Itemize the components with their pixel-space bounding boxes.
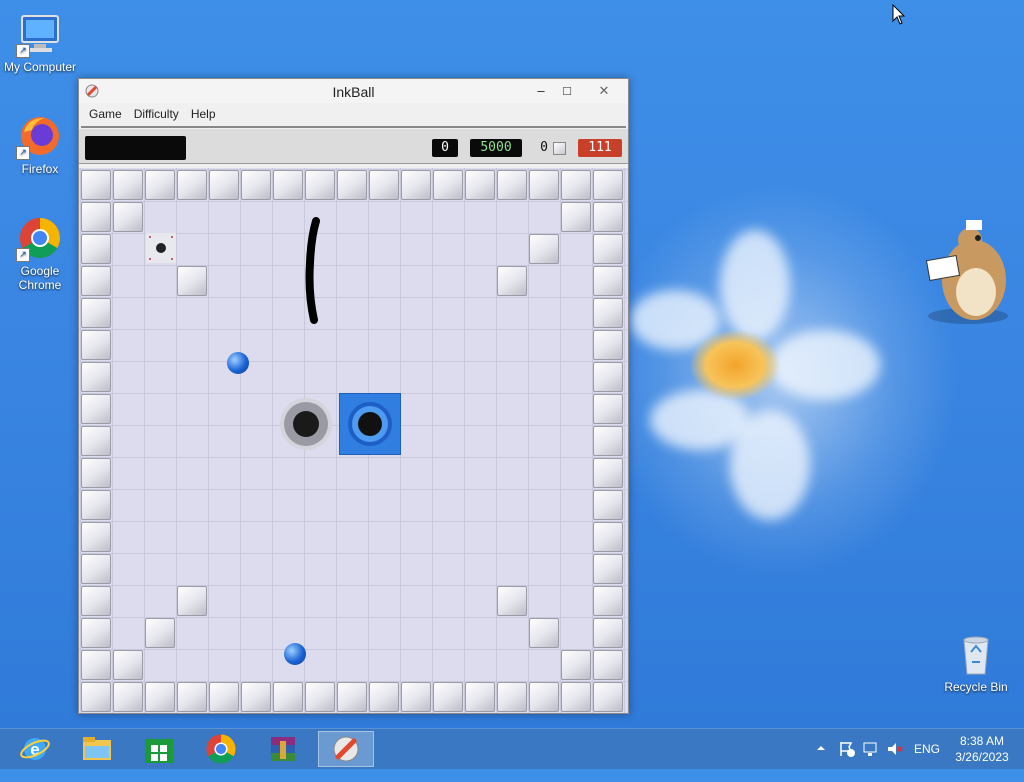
wallpaper-petal — [720, 230, 790, 340]
gray-hole — [275, 393, 337, 455]
score-display: 0 — [432, 139, 458, 157]
minimize-button[interactable]: – — [531, 81, 551, 101]
language-indicator[interactable]: ENG — [914, 742, 940, 782]
desktop-icon-label: Google Chrome — [18, 264, 62, 292]
desktop-icon-my-computer[interactable]: ↗ My Computer — [0, 12, 80, 74]
taskbar-file-explorer[interactable] — [72, 731, 122, 767]
my-computer-icon: ↗ — [16, 12, 62, 58]
maximize-button[interactable]: □ — [557, 81, 577, 101]
chrome-icon: ↗ — [16, 216, 62, 262]
wallpaper-petal — [730, 410, 810, 520]
score-bar: 0 5000 0 111 — [79, 129, 628, 164]
timer-display: 111 — [578, 139, 622, 157]
inkball-icon — [333, 736, 359, 762]
game-board[interactable] — [79, 168, 628, 713]
close-button[interactable]: ✕ — [584, 81, 624, 101]
desktop-icon-label: My Computer — [3, 60, 77, 74]
desktop-icon-google-chrome[interactable]: ↗ Google Chrome — [0, 216, 80, 292]
wallpaper-flower-center — [690, 330, 780, 400]
balls-left-count: 0 — [540, 140, 548, 155]
taskbar-internet-explorer[interactable]: e — [10, 731, 60, 767]
taskbar-winrar[interactable] — [258, 731, 308, 767]
recycle-bin-icon — [954, 632, 998, 676]
hamster-desktop-pet[interactable] — [918, 218, 1014, 326]
small-hole — [146, 233, 176, 263]
blue-hole — [339, 393, 401, 455]
action-center-flag-icon[interactable] — [838, 740, 856, 780]
store-icon — [145, 739, 173, 763]
file-explorer-icon — [83, 737, 111, 760]
desktop-icon-label: Firefox — [21, 162, 59, 176]
taskbar: e ENG 8:38 AM 3/26/2023 — [0, 728, 1024, 769]
network-icon[interactable] — [862, 740, 880, 780]
ink-line — [305, 217, 320, 324]
internet-explorer-icon: e — [20, 738, 50, 760]
title-bar[interactable]: InkBall – □ ✕ — [79, 79, 628, 103]
desktop-icon-recycle-bin[interactable]: Recycle Bin — [936, 632, 1016, 694]
clock-date: 3/26/2023 — [955, 750, 1009, 764]
taskbar-store[interactable] — [134, 731, 184, 767]
volume-muted-icon[interactable] — [886, 740, 904, 780]
ball-queue-display — [85, 136, 186, 160]
desktop-icon-firefox[interactable]: ↗ Firefox — [0, 114, 80, 176]
winrar-icon — [271, 737, 295, 761]
taskbar-chrome[interactable] — [196, 731, 246, 767]
show-hidden-icons-button[interactable] — [815, 742, 827, 782]
high-score-display: 5000 — [470, 139, 522, 157]
menu-help[interactable]: Help — [185, 103, 222, 125]
blue-ball — [284, 643, 306, 665]
taskbar-inkball[interactable] — [318, 731, 374, 767]
menu-difficulty[interactable]: Difficulty — [128, 103, 185, 125]
chrome-icon — [206, 734, 236, 764]
menu-game[interactable]: Game — [83, 103, 128, 125]
blue-ball — [227, 352, 249, 374]
menu-bar: Game Difficulty Help — [79, 103, 628, 125]
menu-separator — [81, 126, 626, 128]
inkball-window[interactable]: InkBall – □ ✕ Game Difficulty Help 0 500… — [78, 78, 629, 714]
desktop-icon-label: Recycle Bin — [944, 680, 1008, 694]
clock-time: 8:38 AM — [959, 734, 1005, 748]
firefox-icon: ↗ — [16, 114, 62, 160]
ball-counter-icon — [553, 142, 566, 155]
wallpaper-petal — [770, 330, 880, 400]
mouse-cursor — [892, 3, 906, 31]
clock[interactable]: 8:38 AM 3/26/2023 — [952, 733, 1012, 773]
